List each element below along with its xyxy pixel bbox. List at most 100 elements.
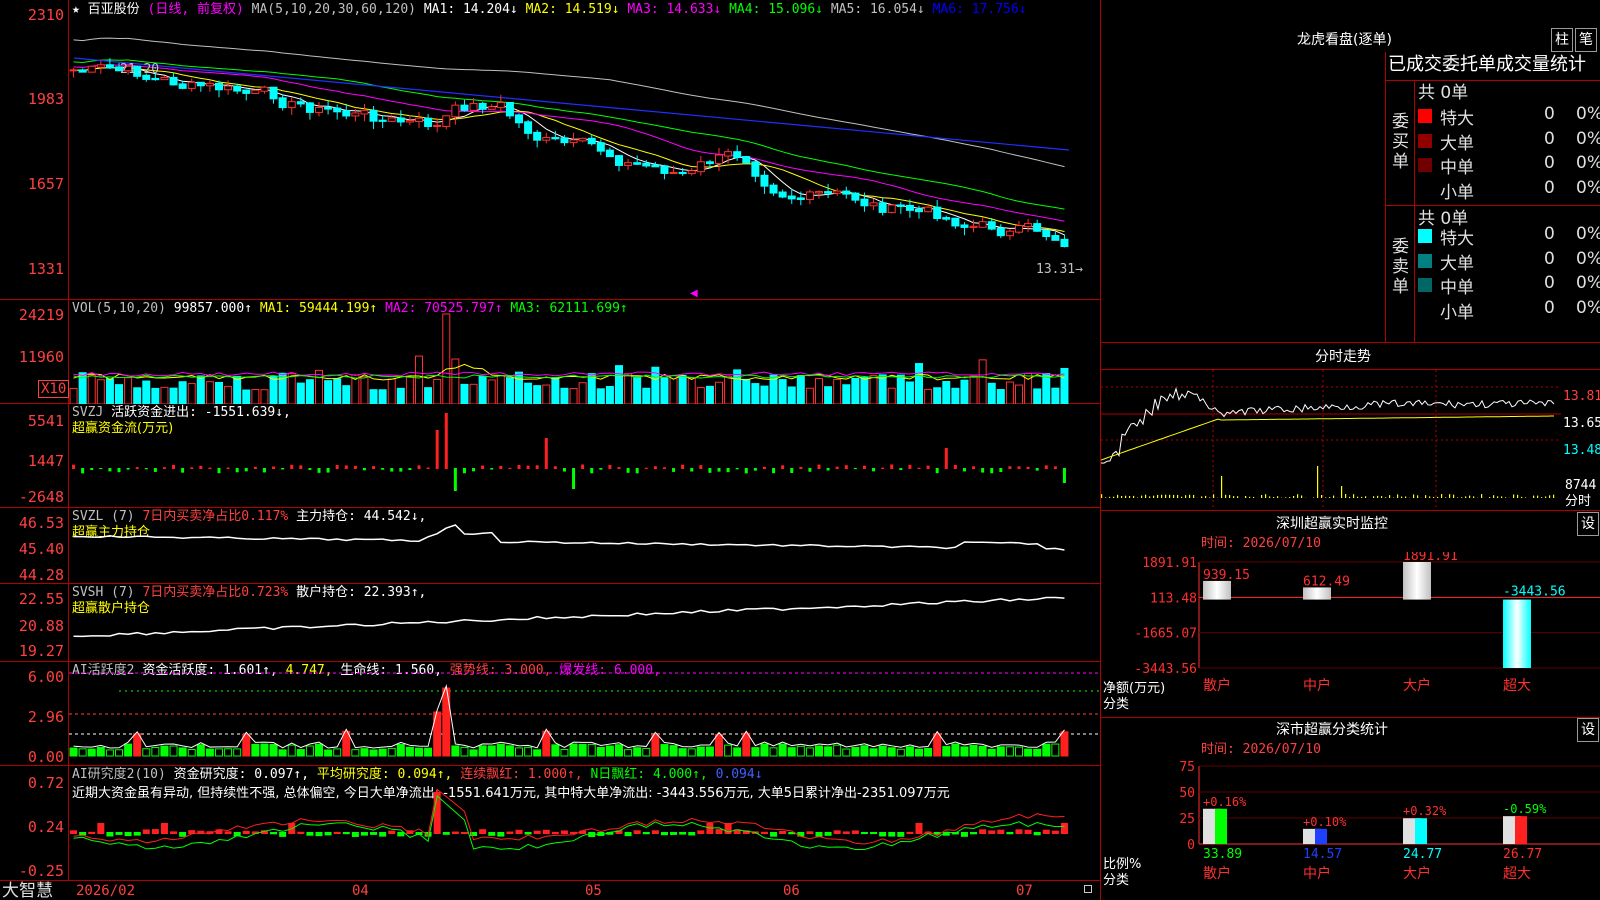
volume-chart[interactable] [69,300,1100,404]
candle [496,101,505,109]
volume-bar [451,358,460,404]
candle [269,86,278,100]
classify-bar-part [1215,808,1227,844]
svzj-bar [135,467,139,469]
intraday-volume-bar [1285,497,1287,498]
right-panel: 龙虎看盘(逐单) 柱 笔 已成交委托单成交量统计 委买单 共 0单 特大00%大… [1100,0,1600,900]
kline-chart[interactable] [69,0,1100,300]
volume-bar [178,381,187,404]
classify-chart[interactable]: 75 50 25 0 +0.16% 33.89 散户 +0.10% 14.57 中户 +0.32% 2… [1101,758,1600,900]
research-bar [806,831,814,834]
activity-bar [887,747,896,757]
intraday-volume-bar [1461,497,1463,498]
candle [451,104,460,118]
candle [351,112,360,117]
volume-bar [978,359,987,404]
ai-research-chart[interactable] [69,766,1100,880]
monitor-settings-button[interactable]: 设 [1577,512,1599,536]
svzj-bar [544,438,548,469]
candle [805,191,814,201]
candle [333,107,342,113]
svzj-axis-label: 5541 [27,412,64,430]
tick-view-button[interactable]: 笔 [1575,28,1597,52]
candle [742,156,751,164]
monitor-category-label: 中户 [1303,677,1331,694]
brand-label[interactable]: 大智慧 [2,882,53,900]
ma-line [73,37,1065,168]
intraday-price-line [1101,387,1555,464]
activity-bar [851,746,860,757]
research-bar [960,832,968,837]
candle [787,195,796,200]
svzj-chart[interactable] [69,404,1100,508]
svsh-chart[interactable] [69,584,1100,662]
volume-bar [442,313,451,404]
activity-bar [242,733,251,757]
intraday-chart[interactable] [1101,370,1561,510]
svzj-bar [426,467,430,469]
svzj-bar [462,468,466,474]
svzj-bar [862,465,866,469]
candle [433,124,442,127]
ai-activity-chart[interactable] [69,662,1100,766]
volume-unit: X10 [38,380,70,398]
svzj-axis-label: 1447 [27,452,64,470]
intraday-volume-bar [1317,466,1319,498]
volume-bar [951,387,960,404]
ai-research-pane[interactable]: AI研究度2(10) 资金研究度: 0.097↑, 平均研究度: 0.094↑,… [0,766,1100,880]
candle [315,106,323,113]
intraday-volume-bar [1213,494,1215,498]
ai-research-axis-label: 0.72 [27,774,64,792]
svzj-bar [317,468,321,473]
volume-bar [1005,381,1014,404]
lock-icon[interactable] [1084,885,1092,893]
monitor-x-title: 分类 [1103,697,1130,712]
activity-bar [605,745,614,757]
classify-category-label: 中户 [1303,865,1331,882]
volume-bar [169,387,178,404]
intraday-volume-bar [1273,497,1275,498]
ai-activity-pane[interactable]: AI活跃度2 资金活跃度: 1.601↑, 4.747, 生命线: 1.560,… [0,662,1100,766]
classify-settings-button[interactable]: 设 [1577,718,1599,742]
intraday-volume-bar [1433,496,1435,498]
svzj-bar [790,468,794,474]
svzj-pane[interactable]: SVZJ 活跃资金进出: -1551.639↓, 超赢资金流(万元) 5541 … [0,404,1100,508]
svzj-bar [735,468,739,470]
svsh-pane[interactable]: SVSH (7) 7日内买卖净占比0.723% 散户持仓: 22.393↑, 超… [0,584,1100,662]
color-swatch [1418,109,1432,123]
svzj-bar [553,466,557,469]
svzj-bar [353,465,357,469]
activity-bar [278,749,287,757]
kline-pane[interactable]: ★ 百亚股份 (日线, 前复权) MA(5,10,20,30,60,120) M… [0,0,1100,300]
volume-bar [251,388,260,404]
research-bar [824,832,832,836]
order-count: 0 [1544,297,1555,318]
candle [896,204,905,207]
svsh-axis-label: 19.27 [18,642,64,660]
intraday-axis-label: 13.48 [1563,443,1600,458]
bar-view-button[interactable]: 柱 [1551,28,1573,52]
classify-pct-label: +0.32% [1403,804,1447,818]
volume-bar [296,382,305,404]
volume-bar [87,374,96,404]
volume-bar [405,376,414,404]
candle [987,221,996,230]
svzj-bar [772,468,776,474]
svzl-pane[interactable]: SVZL (7) 7日内买卖净占比0.117% 主力持仓: 44.542↓, 超… [0,508,1100,584]
svzj-bar [408,468,412,470]
volume-bar [560,387,569,404]
svzl-chart[interactable] [69,508,1100,584]
activity-bar [124,743,133,757]
svzj-bar [508,467,512,469]
activity-bar [787,747,796,757]
svzj-bar [517,464,521,469]
intraday-volume-bar [1149,496,1151,498]
monitor-chart[interactable]: 1891.91 113.48 -1665.07 -3443.56 939.15 散户 612… [1101,552,1600,720]
volume-pane[interactable]: VOL(5,10,20) 99857.000↑ MA1: 59444.199↑ … [0,300,1100,404]
research-bar [151,829,159,834]
research-bar [142,829,150,834]
activity-bar [505,745,514,757]
research-line-red [73,788,1065,845]
volume-bar [524,382,533,404]
activity-bar [996,746,1005,757]
